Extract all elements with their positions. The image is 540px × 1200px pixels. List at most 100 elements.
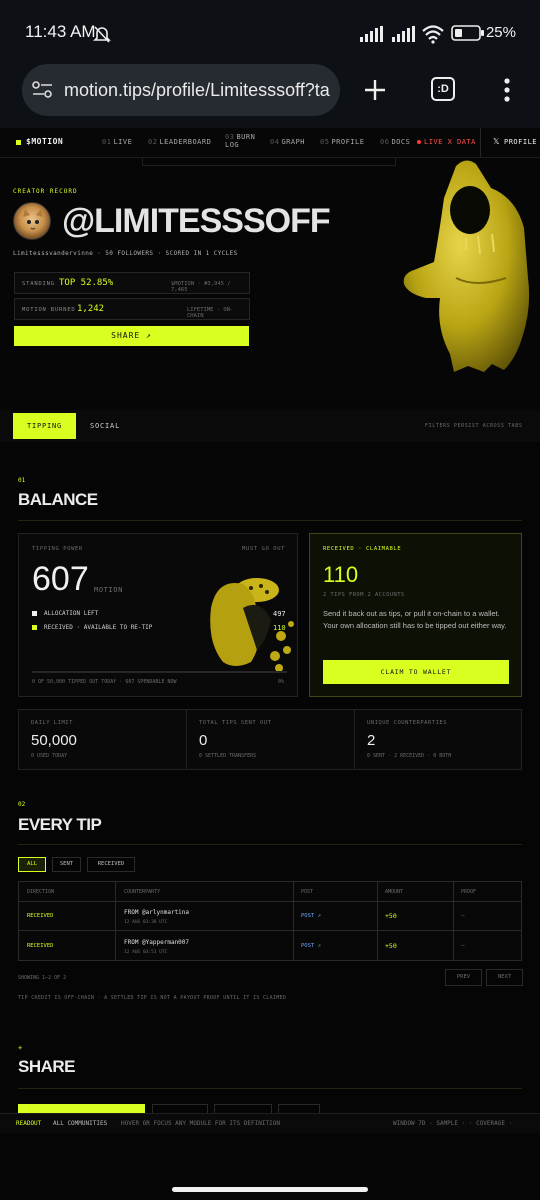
- nav-item-live[interactable]: 01 LIVE: [102, 138, 132, 146]
- stat-daily-limit-label: DAILY LIMIT: [31, 720, 73, 726]
- nav-item-leaderboard[interactable]: 02 LEADERBOARD: [148, 138, 211, 146]
- share-section-num: +: [18, 1044, 23, 1052]
- table-row[interactable]: RECEIVED FROM @arlynmartina 12 AUG 03:38…: [19, 902, 521, 931]
- tipped-progress-track: [32, 671, 287, 673]
- tab-switcher-button[interactable]: :D: [431, 77, 455, 101]
- stat-counterparties-sub: 0 SENT · 2 RECEIVED · 0 BOTH: [367, 753, 452, 759]
- col-proof: PROOF: [461, 889, 477, 895]
- stats-row: DAILY LIMIT 50,000 0 USED TODAY TOTAL TI…: [18, 709, 522, 770]
- nav-item-profile[interactable]: 05 PROFILE: [320, 138, 364, 146]
- avatar-cat-icon: [23, 209, 43, 230]
- clock: 11:43 AM: [25, 22, 96, 41]
- nav-item-graph[interactable]: 04 GRAPH: [270, 138, 305, 146]
- address-bar[interactable]: motion.tips/profile/Limitesssoff?ta: [22, 64, 340, 116]
- row-proof: —: [461, 912, 465, 919]
- home-gesture-bar[interactable]: [172, 1187, 368, 1192]
- tipping-power-unit: MOTION: [94, 586, 123, 594]
- filters-note: FILTERS PERSIST ACROSS TABS: [425, 423, 523, 429]
- claimable-sub: 2 TIPS FROM 2 ACCOUNTS: [323, 592, 405, 598]
- balance-title: BALANCE: [18, 490, 98, 509]
- signal-icon-2: [392, 26, 415, 42]
- row-amount: +50: [385, 912, 397, 920]
- stats-divider-1: [186, 710, 187, 769]
- row-direction: RECEIVED: [27, 943, 54, 949]
- readout-window: WINDOW 7D · SAMPLE · · COVERAGE ·: [393, 1120, 513, 1127]
- readout-hint: HOVER OR FOCUS ANY MODULE FOR ITS DEFINI…: [121, 1120, 280, 1127]
- row-amount: +50: [385, 942, 397, 950]
- profile-subline: Limitesssvandervinne · 50 FOLLOWERS · SC…: [13, 250, 238, 257]
- stats-divider-2: [354, 710, 355, 769]
- tab-social[interactable]: SOCIAL: [90, 422, 120, 430]
- site-settings-icon[interactable]: [32, 80, 54, 100]
- tips-footnote: TIP CREDIT IS OFF-CHAIN · A SETTLED TIP …: [18, 995, 287, 1001]
- creator-eyebrow: CREATOR RECORD: [13, 188, 78, 195]
- readout-bar: READOUT ALL COMMUNITIES HOVER OR FOCUS A…: [0, 1113, 540, 1133]
- filter-received[interactable]: RECEIVED: [87, 857, 135, 872]
- col-direction: DIRECTION: [27, 889, 55, 895]
- nav-item-burn-log[interactable]: 03 BURN LOG: [225, 133, 255, 149]
- table-row[interactable]: RECEIVED FROM @Yapperman007 12 AUG 03:51…: [19, 932, 521, 960]
- allocation-swatch: [32, 611, 37, 616]
- claimable-value: 110: [323, 562, 359, 587]
- row-proof: —: [461, 942, 465, 949]
- tips-section-num: 02: [18, 801, 26, 808]
- battery-icon: [451, 25, 484, 41]
- received-swatch: [32, 625, 37, 630]
- row-post-link[interactable]: POST ↗: [301, 943, 321, 949]
- balance-section-num: 01: [18, 477, 26, 484]
- tipping-power-value: 607: [32, 560, 89, 598]
- stat-daily-limit-value: 50,000: [31, 732, 77, 749]
- stat-tips-sent-value: 0: [199, 732, 208, 749]
- row-time: 12 AUG 03:38 UTC: [124, 920, 168, 925]
- status-bar: 11:43 AM 25%: [0, 0, 540, 62]
- tips-divider: [18, 844, 522, 845]
- tab-bar: TIPPING SOCIAL FILTERS PERSIST ACROSS TA…: [0, 410, 540, 442]
- showing-count: SHOWING 1–2 OF 2: [18, 975, 67, 981]
- filter-sent[interactable]: SENT: [52, 857, 81, 872]
- wifi-icon: [422, 25, 444, 44]
- share-profile-button[interactable]: SHARE ↗: [14, 326, 249, 346]
- burned-value: 1,242: [77, 304, 105, 314]
- browser-toolbar: motion.tips/profile/Limitesssoff?ta :D: [0, 62, 540, 128]
- brand-mark-icon: [16, 140, 21, 145]
- avatar: [13, 202, 51, 240]
- tipped-progress-pct: 0%: [278, 679, 285, 685]
- new-tab-plus-icon[interactable]: [363, 78, 387, 102]
- row-counterparty[interactable]: FROM @Yapperman007: [124, 939, 189, 946]
- next-page-button[interactable]: NEXT: [486, 969, 523, 986]
- claimable-card: RECEIVED · CLAIMABLE 110 2 TIPS FROM 2 A…: [309, 533, 522, 697]
- share-divider: [18, 1088, 522, 1089]
- burned-meta: LIFETIME · ON-CHAIN: [187, 307, 234, 319]
- stat-daily-limit-sub: 0 USED TODAY: [31, 753, 68, 759]
- received-retip-label: RECEIVED · AVAILABLE TO RE-TIP: [44, 624, 153, 631]
- x-logo-icon: 𝕏: [493, 137, 500, 146]
- creator-hero: CREATOR RECORD @LIMITESSSOFF Limitesssva…: [0, 158, 540, 410]
- must-go-out-label: MUST GO OUT: [242, 546, 286, 552]
- standing-card: STANDING TOP 52.85% $MOTION · #3,945 / 7…: [14, 272, 250, 294]
- row-post-link[interactable]: POST ↗: [301, 913, 321, 919]
- burned-card: MOTION BURNED 1,242 LIFETIME · ON-CHAIN: [14, 298, 250, 320]
- claim-to-wallet-button[interactable]: CLAIM TO WALLET: [323, 660, 509, 684]
- profile-nav-button[interactable]: 𝕏 PROFILE: [480, 128, 540, 157]
- brand-logo[interactable]: $MOTION: [26, 137, 63, 146]
- claimable-label: RECEIVED · CLAIMABLE: [323, 546, 402, 552]
- tab-tipping[interactable]: TIPPING: [13, 413, 76, 439]
- standing-label: STANDING: [22, 281, 55, 287]
- live-data-indicator: LIVE X DATA: [424, 138, 476, 146]
- overflow-menu-icon[interactable]: [502, 78, 512, 104]
- received-retip-value: 110: [273, 624, 286, 632]
- tips-table: DIRECTION COUNTERPARTY POST AMOUNT PROOF…: [18, 881, 522, 961]
- standing-value: TOP 52.85%: [59, 278, 114, 288]
- nav-item-docs[interactable]: 06 DOCS: [380, 138, 410, 146]
- row-counterparty[interactable]: FROM @arlynmartina: [124, 909, 189, 916]
- live-dot-icon: [417, 140, 421, 144]
- tipping-power-label: TIPPING POWER: [32, 546, 83, 552]
- balance-divider: [18, 520, 522, 521]
- prev-page-button[interactable]: PREV: [445, 969, 482, 986]
- url-text[interactable]: motion.tips/profile/Limitesssoff?ta: [64, 80, 330, 101]
- burned-label: MOTION BURNED: [22, 307, 76, 313]
- row-direction: RECEIVED: [27, 913, 54, 919]
- stat-tips-sent-sub: 0 SETTLED TRANSFERS: [199, 753, 257, 759]
- col-counterparty: COUNTERPARTY: [124, 889, 161, 895]
- filter-all[interactable]: ALL: [18, 857, 46, 872]
